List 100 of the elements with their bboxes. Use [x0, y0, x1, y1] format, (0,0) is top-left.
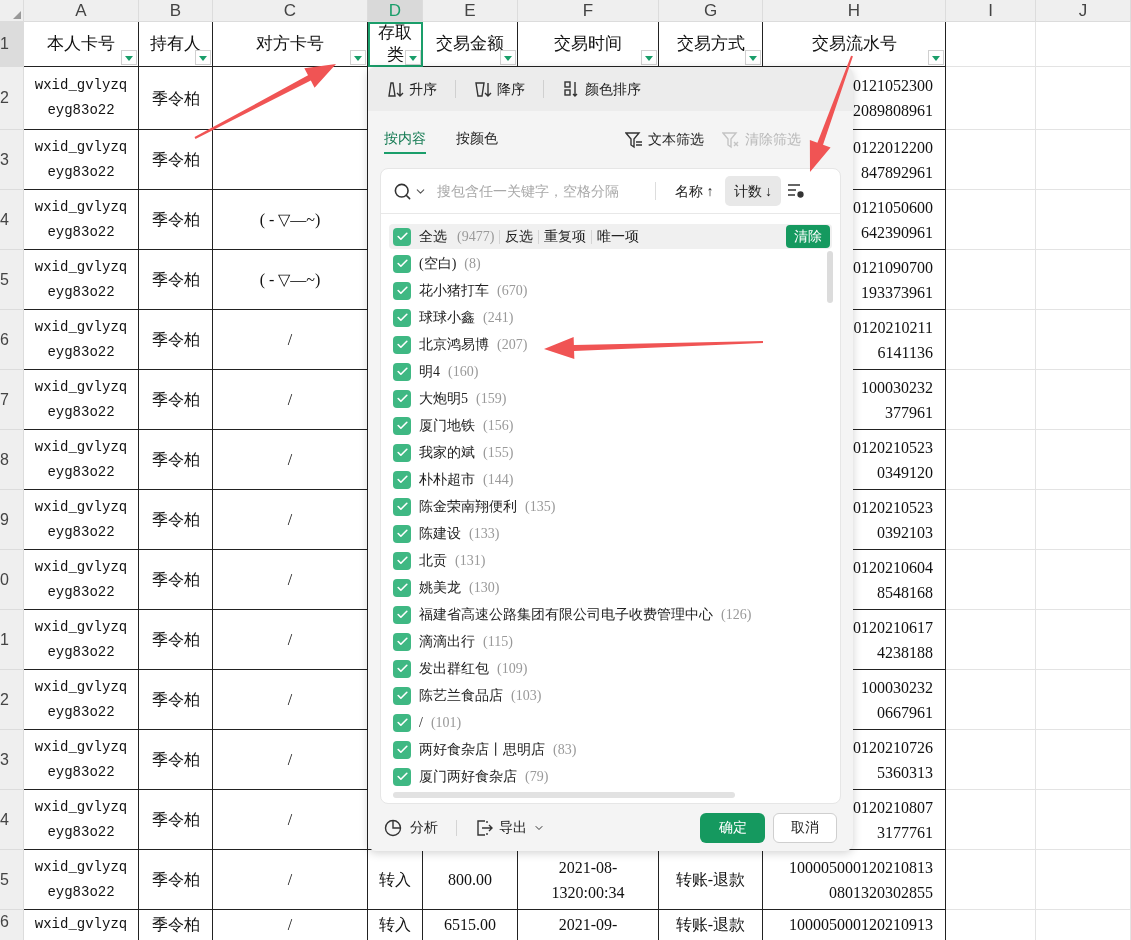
column-header[interactable]: J: [1036, 0, 1131, 22]
column-header[interactable]: G: [659, 0, 763, 22]
checkbox[interactable]: [393, 632, 411, 651]
row-header[interactable]: 2: [0, 67, 24, 130]
column-header[interactable]: H: [763, 0, 946, 22]
filter-item-label[interactable]: 福建省高速公路集团有限公司电子收费管理中心: [419, 604, 713, 625]
filter-dropdown-button[interactable]: [350, 50, 366, 65]
filter-item-label[interactable]: /: [419, 712, 423, 733]
filter-item-label[interactable]: 花小猪打车: [419, 280, 489, 301]
list-settings-icon[interactable]: [787, 183, 805, 199]
filter-item-label[interactable]: 北京鸿易博: [419, 334, 489, 355]
column-header[interactable]: B: [139, 0, 213, 22]
filter-item-label[interactable]: 陈建设: [419, 523, 461, 544]
search-field[interactable]: 搜包含任一关键字，空格分隔: [437, 180, 647, 202]
checkbox[interactable]: [393, 281, 411, 300]
row-header[interactable]: 5: [0, 250, 24, 310]
row-header[interactable]: 4: [0, 790, 24, 850]
checkbox[interactable]: [393, 551, 411, 570]
filter-item-label[interactable]: 北贡: [419, 550, 447, 571]
row-header[interactable]: 3: [0, 130, 24, 190]
filter-action-button[interactable]: 文本筛选: [625, 129, 704, 150]
sort-mode-button[interactable]: 计数 ↓: [724, 176, 781, 206]
vertical-scrollbar[interactable]: [827, 251, 833, 303]
checkbox[interactable]: [393, 335, 411, 354]
export-button[interactable]: 导出: [475, 817, 545, 838]
column-header[interactable]: I: [946, 0, 1036, 22]
filter-item-label[interactable]: 明4: [419, 361, 440, 382]
column-header[interactable]: E: [423, 0, 518, 22]
checkbox[interactable]: [393, 443, 411, 462]
checkbox[interactable]: [393, 362, 411, 381]
cancel-button[interactable]: 取消: [773, 812, 837, 843]
column-header[interactable]: F: [518, 0, 659, 22]
header-cell[interactable]: 存取 类: [368, 22, 423, 67]
select-all-label[interactable]: 全选: [419, 226, 447, 247]
filter-item-label[interactable]: 厦门两好食杂店: [419, 766, 517, 787]
filter-dropdown-button[interactable]: [928, 50, 944, 65]
analyze-button[interactable]: 分析: [384, 817, 438, 838]
filter-item-label[interactable]: 两好食杂店丨思明店: [419, 739, 545, 760]
checkbox[interactable]: [393, 713, 411, 732]
row-header[interactable]: 1: [0, 610, 24, 670]
ok-button[interactable]: 确定: [700, 812, 765, 843]
filter-item-label[interactable]: 大炮明5: [419, 388, 468, 409]
checkbox[interactable]: [393, 578, 411, 597]
filter-dropdown-button[interactable]: [121, 50, 137, 65]
row-header[interactable]: 6: [0, 910, 24, 940]
sort-button[interactable]: 升序: [382, 78, 441, 100]
check-icon: [395, 338, 409, 351]
row-header[interactable]: 6: [0, 310, 24, 370]
sort-button[interactable]: 降序: [470, 78, 529, 100]
checkbox[interactable]: [393, 308, 411, 327]
quick-filter-link[interactable]: 重复项: [544, 226, 587, 247]
header-cell[interactable]: 本人卡号: [24, 22, 139, 67]
checkbox[interactable]: [393, 497, 411, 516]
horizontal-scrollbar[interactable]: [393, 792, 735, 798]
sort-mode-button[interactable]: 名称 ↑: [666, 176, 723, 206]
check-icon: [395, 365, 409, 378]
checkbox[interactable]: [393, 254, 411, 273]
quick-filter-link[interactable]: 反选: [505, 226, 534, 247]
row-header[interactable]: 2: [0, 670, 24, 730]
row-header[interactable]: 1: [0, 22, 24, 67]
checkbox[interactable]: [393, 524, 411, 543]
tab[interactable]: 按颜色: [456, 125, 498, 154]
checkbox[interactable]: [393, 767, 411, 786]
filter-item-label[interactable]: 发出群红包: [419, 658, 489, 679]
checkbox[interactable]: [393, 740, 411, 759]
filter-item-label[interactable]: (空白): [419, 253, 457, 274]
row-header[interactable]: 4: [0, 190, 24, 250]
filter-dropdown-button[interactable]: [195, 50, 211, 65]
filter-item-label[interactable]: 厦门地铁: [419, 415, 475, 436]
column-header[interactable]: A: [24, 0, 139, 22]
filter-dropdown-button[interactable]: [641, 50, 657, 65]
filter-item-label[interactable]: 朴朴超市: [419, 469, 475, 490]
clear-button[interactable]: 清除: [786, 225, 830, 248]
checkbox[interactable]: [393, 659, 411, 678]
row-header[interactable]: 8: [0, 430, 24, 490]
header-cell[interactable]: 持有人: [139, 22, 213, 67]
row-header[interactable]: 7: [0, 370, 24, 430]
checkbox[interactable]: [393, 470, 411, 489]
filter-dropdown-button[interactable]: [405, 50, 421, 65]
filter-dropdown-button[interactable]: [745, 50, 761, 65]
row-header[interactable]: 3: [0, 730, 24, 790]
filter-dropdown-button[interactable]: [500, 50, 516, 65]
row-header[interactable]: 0: [0, 550, 24, 610]
quick-filter-link[interactable]: 唯一项: [597, 226, 640, 247]
filter-item-label[interactable]: 陈艺兰食品店: [419, 685, 503, 706]
checkbox[interactable]: [393, 227, 411, 246]
filter-item-label[interactable]: 球球小鑫: [419, 307, 475, 328]
tab[interactable]: 按内容: [384, 125, 426, 154]
table-cell: 转入: [368, 910, 423, 940]
checkbox[interactable]: [393, 389, 411, 408]
row-header[interactable]: 5: [0, 850, 24, 910]
checkbox[interactable]: [393, 416, 411, 435]
filter-item-label[interactable]: 姚美龙: [419, 577, 461, 598]
sort-button[interactable]: 颜色排序: [558, 78, 645, 100]
filter-item-label[interactable]: 我家的斌: [419, 442, 475, 463]
checkbox[interactable]: [393, 686, 411, 705]
filter-item-label[interactable]: 滴滴出行: [419, 631, 475, 652]
checkbox[interactable]: [393, 605, 411, 624]
filter-item-label[interactable]: 陈金荣南翔便利: [419, 496, 517, 517]
row-header[interactable]: 9: [0, 490, 24, 550]
